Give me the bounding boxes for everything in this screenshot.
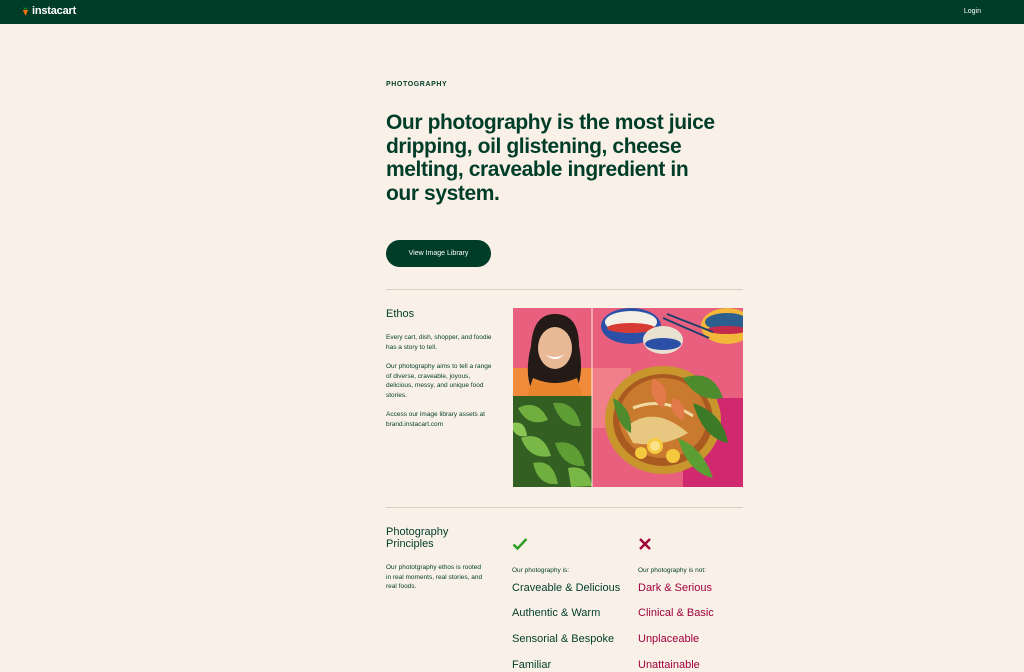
brand-name: instacart xyxy=(32,5,77,17)
principles-description: Our phototgraphy ethos is rooted in real… xyxy=(386,564,483,590)
login-link[interactable]: Login xyxy=(964,8,981,15)
top-navigation-bar: instacart Login xyxy=(0,0,1024,24)
ethos-photo-collage xyxy=(513,308,743,487)
is-not-item: Clinical & Basic xyxy=(638,607,714,619)
is-item: Familiar xyxy=(512,659,552,671)
ethos-paragraph-1: Every cart, dish, shopper, and foodie ha… xyxy=(386,334,492,351)
instacart-logo[interactable]: instacart xyxy=(21,5,76,17)
is-item: Craveable & Delicious xyxy=(512,582,621,594)
page-headline: Our photography is the most juice drippi… xyxy=(386,111,715,205)
is-not-item: Unattainable xyxy=(638,659,700,671)
section-divider xyxy=(386,507,743,508)
is-item: Authentic & Warm xyxy=(512,607,601,619)
is-item: Sensorial & Bespoke xyxy=(512,633,615,645)
section-eyebrow: PHOTOGRAPHY xyxy=(386,81,448,88)
is-not-item: Dark & Serious xyxy=(638,582,712,594)
ethos-paragraph-3: Access our image library assets at brand… xyxy=(386,411,485,428)
section-divider xyxy=(386,289,743,290)
carrot-icon xyxy=(22,6,29,16)
x-mark-icon xyxy=(639,538,651,550)
checkmark-icon xyxy=(512,538,528,551)
is-not-label: Our photography is not: xyxy=(638,567,706,574)
view-image-library-button[interactable]: View Image Library xyxy=(386,240,491,267)
ethos-paragraph-2: Our photography aims to tell a range of … xyxy=(386,363,492,399)
is-label: Our photography is: xyxy=(512,567,570,574)
ethos-title: Ethos xyxy=(386,308,415,320)
is-not-item: Unplaceable xyxy=(638,633,700,645)
principles-title: Photography Principles xyxy=(386,526,449,550)
